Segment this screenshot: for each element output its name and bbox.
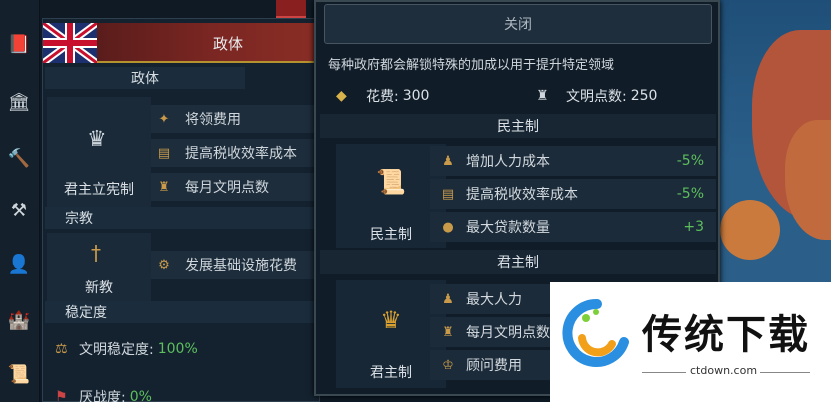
stability-section-title: 稳定度 — [45, 301, 317, 323]
watermark-title: 传统下载 — [642, 312, 810, 358]
war-weariness-label: 厌战度: — [79, 390, 126, 402]
cost-display: ◆ 花费: 300 — [336, 86, 429, 106]
stability-icon: ⚖ — [55, 341, 68, 357]
government-section-title: 民主制 — [320, 114, 716, 138]
panel-title: 政体 — [213, 35, 244, 53]
modifier-row[interactable]: ▤ 提高税收效率成本 -5% — [430, 179, 716, 209]
modifier-row[interactable]: ▤ 提高税收效率成本 — [151, 139, 317, 167]
union-jack-flag-icon — [43, 23, 97, 63]
government-panel: 政体 政体 ♛ 君主立宪制 ✦ 将领费用 ▤ 提高税收效率成本 ♜ 每月文明点数… — [42, 18, 321, 402]
gavel-icon[interactable]: 🔨 — [4, 144, 34, 172]
modifier-value: -5% — [676, 153, 704, 169]
popup-description: 每种政府都会解锁特殊的加成以用于提升特定领域 — [328, 58, 615, 73]
modifier-value: +3 — [683, 219, 704, 235]
map-region[interactable] — [720, 200, 780, 260]
civ-points-value: 250 — [630, 88, 658, 104]
cost-value: 300 — [402, 88, 430, 104]
modifier-label: 最大贷款数量 — [466, 220, 550, 236]
war-flag-icon: ⚑ — [55, 389, 68, 402]
modifier-label: 每月文明点数 — [185, 180, 269, 196]
castle-icon[interactable]: 🏰 — [4, 306, 34, 334]
divider — [642, 372, 686, 373]
advisor-icon: ♔ — [442, 357, 454, 373]
tax-icon: ▤ — [157, 145, 171, 161]
civ-points-display: ♜ 文明点数: 250 — [536, 86, 657, 106]
modifier-row[interactable]: ⚙ 发展基础设施花费 — [151, 251, 317, 279]
scroll-icon[interactable]: 📜 — [4, 360, 34, 388]
civ-stability-row[interactable]: ⚖ 文明稳定度: 100% — [55, 339, 198, 359]
civ-points-label: 文明点数: — [566, 89, 627, 105]
government-section-title: 君主制 — [320, 250, 716, 274]
cross-icon: † — [91, 241, 101, 265]
loan-icon: ● — [442, 219, 454, 235]
modifier-label: 提高税收效率成本 — [466, 187, 578, 203]
scroll-icon: 📜 — [376, 168, 406, 196]
religion-name: 新教 — [85, 280, 113, 296]
modifier-label: 增加人力成本 — [466, 154, 550, 170]
watermark: 传统下载 ctdown.com — [550, 282, 831, 402]
top-bar — [40, 0, 310, 18]
crown-icon: ♛ — [87, 127, 107, 152]
civ-stability-value: 100% — [157, 341, 198, 357]
general-icon: ✦ — [158, 111, 170, 127]
modifier-row[interactable]: ● 最大贷款数量 +3 — [430, 212, 716, 242]
capitol-icon[interactable]: 🏛 — [4, 88, 34, 116]
war-weariness-row[interactable]: ⚑ 厌战度: 0% — [55, 387, 152, 402]
modifier-label: 将领费用 — [185, 112, 241, 128]
gold-icon: ◆ — [336, 88, 347, 104]
advisor-icon[interactable]: 👤 — [4, 250, 34, 278]
government-section-title: 政体 — [45, 67, 245, 89]
modifier-row[interactable]: ✦ 将领费用 — [151, 105, 317, 133]
modifier-label: 发展基础设施花费 — [185, 258, 297, 274]
cost-label: 花费: — [366, 89, 399, 105]
tax-icon: ▤ — [441, 186, 455, 202]
modifier-row[interactable]: ♟ 增加人力成本 -5% — [430, 146, 716, 176]
hammer-icon[interactable]: ⚒ — [4, 196, 34, 224]
banner-icon[interactable] — [276, 0, 306, 18]
war-weariness-value: 0% — [129, 389, 152, 402]
crown-icon: ♛ — [380, 306, 402, 334]
civ-point-icon: ♜ — [158, 179, 170, 195]
modifier-value: -5% — [676, 186, 704, 202]
religion-section-title: 宗教 — [45, 207, 317, 229]
current-government-name: 君主立宪制 — [64, 182, 134, 198]
infrastructure-icon: ⚙ — [158, 257, 170, 273]
government-header: 政体 — [43, 23, 321, 63]
watermark-url: ctdown.com — [690, 364, 758, 377]
book-icon[interactable]: 📕 — [4, 30, 34, 58]
watermark-logo-icon — [562, 298, 629, 367]
civ-point-icon: ♜ — [442, 324, 454, 340]
map-region[interactable] — [785, 120, 831, 240]
divider — [760, 372, 810, 373]
civ-stability-label: 文明稳定度: — [79, 342, 154, 358]
modifier-row[interactable]: ♜ 每月文明点数 — [151, 173, 317, 201]
close-button[interactable]: 关闭 — [324, 4, 712, 44]
civ-point-icon: ♜ — [536, 88, 549, 104]
manpower-icon: ♟ — [442, 153, 454, 169]
religion-card[interactable]: † 新教 — [47, 233, 151, 303]
manpower-icon: ♟ — [442, 291, 454, 307]
modifier-label: 提高税收效率成本 — [185, 146, 297, 162]
current-government-card[interactable]: ♛ 君主立宪制 — [47, 97, 151, 207]
left-sidebar: 📕 🏛 🔨 ⚒ 👤 🏰 📜 — [0, 0, 40, 402]
